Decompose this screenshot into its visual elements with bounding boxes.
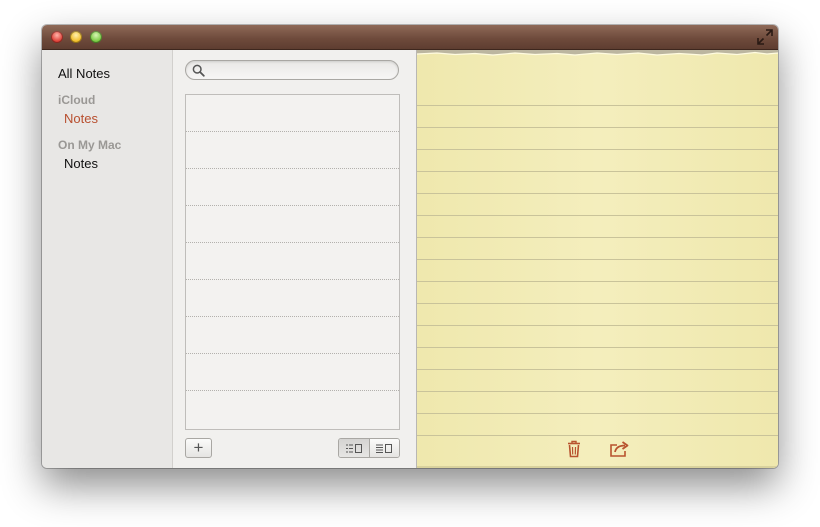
minimize-button[interactable] — [70, 31, 82, 43]
torn-paper-edge — [417, 50, 778, 56]
new-note-button[interactable]: + — [185, 438, 212, 458]
detail-view-button[interactable] — [369, 439, 399, 457]
list-item[interactable] — [186, 169, 399, 206]
paper-line — [417, 127, 778, 128]
notes-window: All Notes iCloud Notes On My Mac Notes + — [42, 25, 778, 468]
title-bar[interactable] — [42, 25, 778, 50]
list-item[interactable] — [186, 317, 399, 354]
notes-list-pane: + — [173, 50, 417, 468]
list-view-button[interactable] — [339, 439, 370, 457]
list-item[interactable] — [186, 206, 399, 243]
folders-sidebar: All Notes iCloud Notes On My Mac Notes — [42, 50, 173, 468]
paper-line — [417, 149, 778, 150]
list-item[interactable] — [186, 95, 399, 132]
list-item[interactable] — [186, 391, 399, 428]
note-editor[interactable] — [417, 50, 778, 468]
paper-line — [417, 215, 778, 216]
share-icon[interactable] — [609, 440, 631, 458]
list-item[interactable] — [186, 243, 399, 280]
search-icon — [192, 64, 205, 77]
detail-view-icon — [376, 443, 393, 453]
close-button[interactable] — [51, 31, 63, 43]
note-footer — [417, 428, 778, 468]
paper-line — [417, 369, 778, 370]
sidebar-heading-icloud: iCloud — [58, 93, 96, 107]
list-view-icon — [345, 443, 362, 453]
notes-list[interactable] — [185, 94, 400, 430]
paper-line — [417, 259, 778, 260]
search-input[interactable] — [208, 62, 392, 78]
paper-line — [417, 347, 778, 348]
sidebar-item-mac-notes[interactable]: Notes — [64, 156, 98, 171]
list-item[interactable] — [186, 132, 399, 169]
paper-line — [417, 281, 778, 282]
paper-line — [417, 391, 778, 392]
paper-line — [417, 237, 778, 238]
list-item[interactable] — [186, 280, 399, 317]
paper-line — [417, 105, 778, 106]
search-field[interactable] — [185, 60, 399, 80]
paper-line — [417, 325, 778, 326]
sidebar-heading-on-my-mac: On My Mac — [58, 138, 122, 152]
view-mode-toggle[interactable] — [338, 438, 400, 458]
paper-bottom-edge — [417, 466, 778, 468]
paper-line — [417, 413, 778, 414]
trash-icon[interactable] — [566, 440, 582, 458]
fullscreen-arrows-icon[interactable] — [756, 28, 774, 46]
zoom-button[interactable] — [90, 31, 102, 43]
sidebar-item-icloud-notes[interactable]: Notes — [64, 111, 98, 126]
sidebar-item-all-notes[interactable]: All Notes — [58, 66, 110, 81]
paper-line — [417, 303, 778, 304]
list-item[interactable] — [186, 354, 399, 391]
paper-line — [417, 193, 778, 194]
paper-line — [417, 171, 778, 172]
